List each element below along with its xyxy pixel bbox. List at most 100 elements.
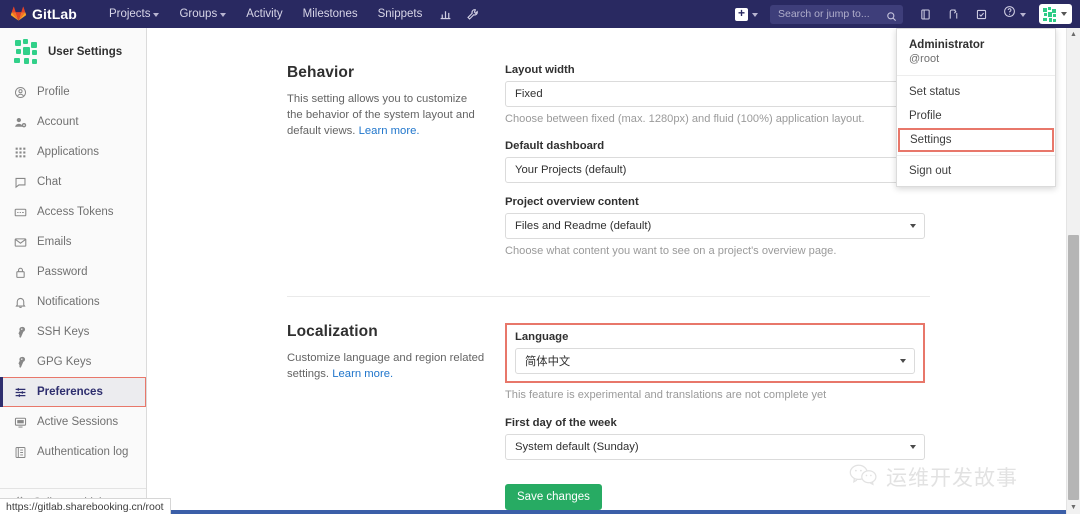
dropdown-set-status[interactable]: Set status [897, 80, 1055, 104]
sidebar-item-label: Profile [37, 86, 70, 98]
sidebar-item-profile[interactable]: Profile [0, 77, 146, 107]
chat-bubble-icon [13, 176, 27, 189]
monitor-icon [13, 416, 27, 429]
search-input[interactable] [770, 4, 903, 24]
section-divider [287, 296, 930, 297]
nav-milestones[interactable]: Milestones [293, 4, 368, 24]
status-bar-url: https://gitlab.sharebooking.cn/root [6, 500, 164, 513]
user-display-name: Administrator [909, 39, 985, 51]
sidebar-item-label: Account [37, 116, 79, 128]
nav-groups[interactable]: Groups [169, 4, 236, 24]
dropdown-settings[interactable]: Settings [898, 128, 1054, 152]
language-help: This feature is experimental and transla… [505, 389, 827, 401]
sidebar-item-label: Notifications [37, 296, 100, 308]
project-overview-content-select[interactable]: Files and Readme (default) [505, 213, 925, 239]
project-overview-content-label: Project overview content [505, 196, 639, 208]
analytics-chart-icon[interactable] [432, 5, 459, 24]
sidebar-item-label: Active Sessions [37, 416, 119, 428]
page-scrollbar[interactable]: ▲ ▼ [1066, 28, 1080, 514]
layout-width-value: Fixed [515, 88, 543, 100]
new-item-dropdown[interactable]: + [728, 5, 765, 24]
user-avatar-dropdown[interactable] [1039, 4, 1072, 24]
dropdown-sign-out[interactable]: Sign out [897, 159, 1055, 183]
project-overview-content-value: Files and Readme (default) [515, 220, 652, 232]
layout-width-field: Layout width Fixed Choose between fixed … [505, 64, 925, 127]
navbar-right-group: + [728, 2, 1080, 26]
todos-icon[interactable] [968, 5, 995, 24]
scroll-down-arrow[interactable]: ▼ [1067, 501, 1080, 514]
layout-width-select[interactable]: Fixed [505, 81, 925, 107]
scroll-thumb[interactable] [1068, 235, 1079, 500]
dropdown-profile[interactable]: Profile [897, 104, 1055, 128]
project-overview-content-field: Project overview content Files and Readm… [505, 196, 925, 259]
user-dropdown-menu: Administrator @root Set status Profile S… [896, 28, 1056, 187]
localization-title: Localization [287, 323, 378, 340]
behavior-section-intro: Behavior This setting allows you to cust… [287, 64, 505, 139]
save-changes-button[interactable]: Save changes [505, 484, 602, 510]
sidebar-item-label: Authentication log [37, 446, 129, 458]
user-dropdown-items: Set status Profile Settings Sign out [897, 76, 1055, 186]
primary-nav-links: Projects Groups Activity Milestones Snip… [99, 4, 486, 24]
language-field: Language 简体中文 [505, 323, 925, 383]
chevron-down-icon [900, 359, 906, 363]
default-dashboard-label: Default dashboard [505, 140, 605, 152]
chevron-down-icon [752, 13, 758, 17]
sidebar-item-password[interactable]: Password [0, 257, 146, 287]
default-dashboard-value: Your Projects (default) [515, 164, 627, 176]
layout-width-label: Layout width [505, 64, 575, 76]
sidebar-item-notifications[interactable]: Notifications [0, 287, 146, 317]
nav-projects-label: Projects [108, 8, 151, 20]
localization-section: Localization Customize language and regi… [287, 323, 947, 510]
help-dropdown[interactable] [996, 2, 1033, 26]
log-book-icon [13, 446, 27, 459]
sidebar-item-active-sessions[interactable]: Active Sessions [0, 407, 146, 437]
top-navbar: GitLab Projects Groups Activity Mileston… [0, 0, 1080, 28]
sidebar-item-gpg-keys[interactable]: GPG Keys [0, 347, 146, 377]
sidebar-item-chat[interactable]: Chat [0, 167, 146, 197]
sidebar-item-account[interactable]: Account [0, 107, 146, 137]
sidebar-item-authentication-log[interactable]: Authentication log [0, 437, 146, 467]
first-day-of-week-value: System default (Sunday) [515, 441, 639, 453]
sidebar-item-preferences[interactable]: Preferences [0, 377, 146, 407]
project-overview-content-help: Choose what content you want to see on a… [505, 245, 837, 257]
nav-snippets-label: Snippets [377, 8, 423, 20]
nav-groups-label: Groups [179, 8, 218, 20]
merge-requests-icon[interactable] [940, 5, 967, 24]
language-value: 简体中文 [525, 356, 571, 368]
key-icon [13, 326, 27, 339]
language-select[interactable]: 简体中文 [515, 348, 915, 374]
grid-apps-icon [13, 146, 27, 159]
behavior-title: Behavior [287, 64, 355, 81]
wrench-icon[interactable] [459, 5, 486, 24]
gitlab-brand[interactable]: GitLab [0, 6, 77, 22]
nav-activity-label: Activity [246, 8, 283, 20]
search-box[interactable] [770, 4, 903, 24]
user-handle: @root [909, 53, 940, 65]
sidebar-title: User Settings [48, 46, 123, 58]
chevron-down-icon [910, 224, 916, 228]
first-day-of-week-select[interactable]: System default (Sunday) [505, 434, 925, 460]
sidebar-item-ssh-keys[interactable]: SSH Keys [0, 317, 146, 347]
nav-activity[interactable]: Activity [236, 4, 292, 24]
localization-learn-more-link[interactable]: Learn more. [332, 368, 393, 380]
nav-snippets[interactable]: Snippets [368, 4, 433, 24]
issues-icon[interactable] [912, 5, 939, 24]
user-circle-icon [13, 86, 27, 99]
sidebar-header[interactable]: User Settings [0, 28, 146, 77]
sidebar-item-access-tokens[interactable]: Access Tokens [0, 197, 146, 227]
layout-width-help: Choose between fixed (max. 1280px) and f… [505, 113, 865, 125]
scroll-up-arrow[interactable]: ▲ [1067, 28, 1080, 41]
nav-projects[interactable]: Projects [99, 4, 170, 24]
bell-icon [13, 296, 27, 309]
localization-description: Customize language and region related se… [287, 350, 485, 382]
sidebar-item-emails[interactable]: Emails [0, 227, 146, 257]
behavior-learn-more-link[interactable]: Learn more. [359, 125, 420, 137]
first-day-of-week-field: First day of the week System default (Su… [505, 417, 925, 460]
dropdown-divider [897, 155, 1055, 156]
sidebar-item-applications[interactable]: Applications [0, 137, 146, 167]
localization-section-intro: Localization Customize language and regi… [287, 323, 505, 382]
wechat-watermark: 运维开发故事 [849, 462, 1018, 492]
chevron-down-icon [1020, 13, 1026, 17]
default-dashboard-select[interactable]: Your Projects (default) [505, 157, 925, 183]
gitlab-fox-logo [10, 6, 27, 22]
